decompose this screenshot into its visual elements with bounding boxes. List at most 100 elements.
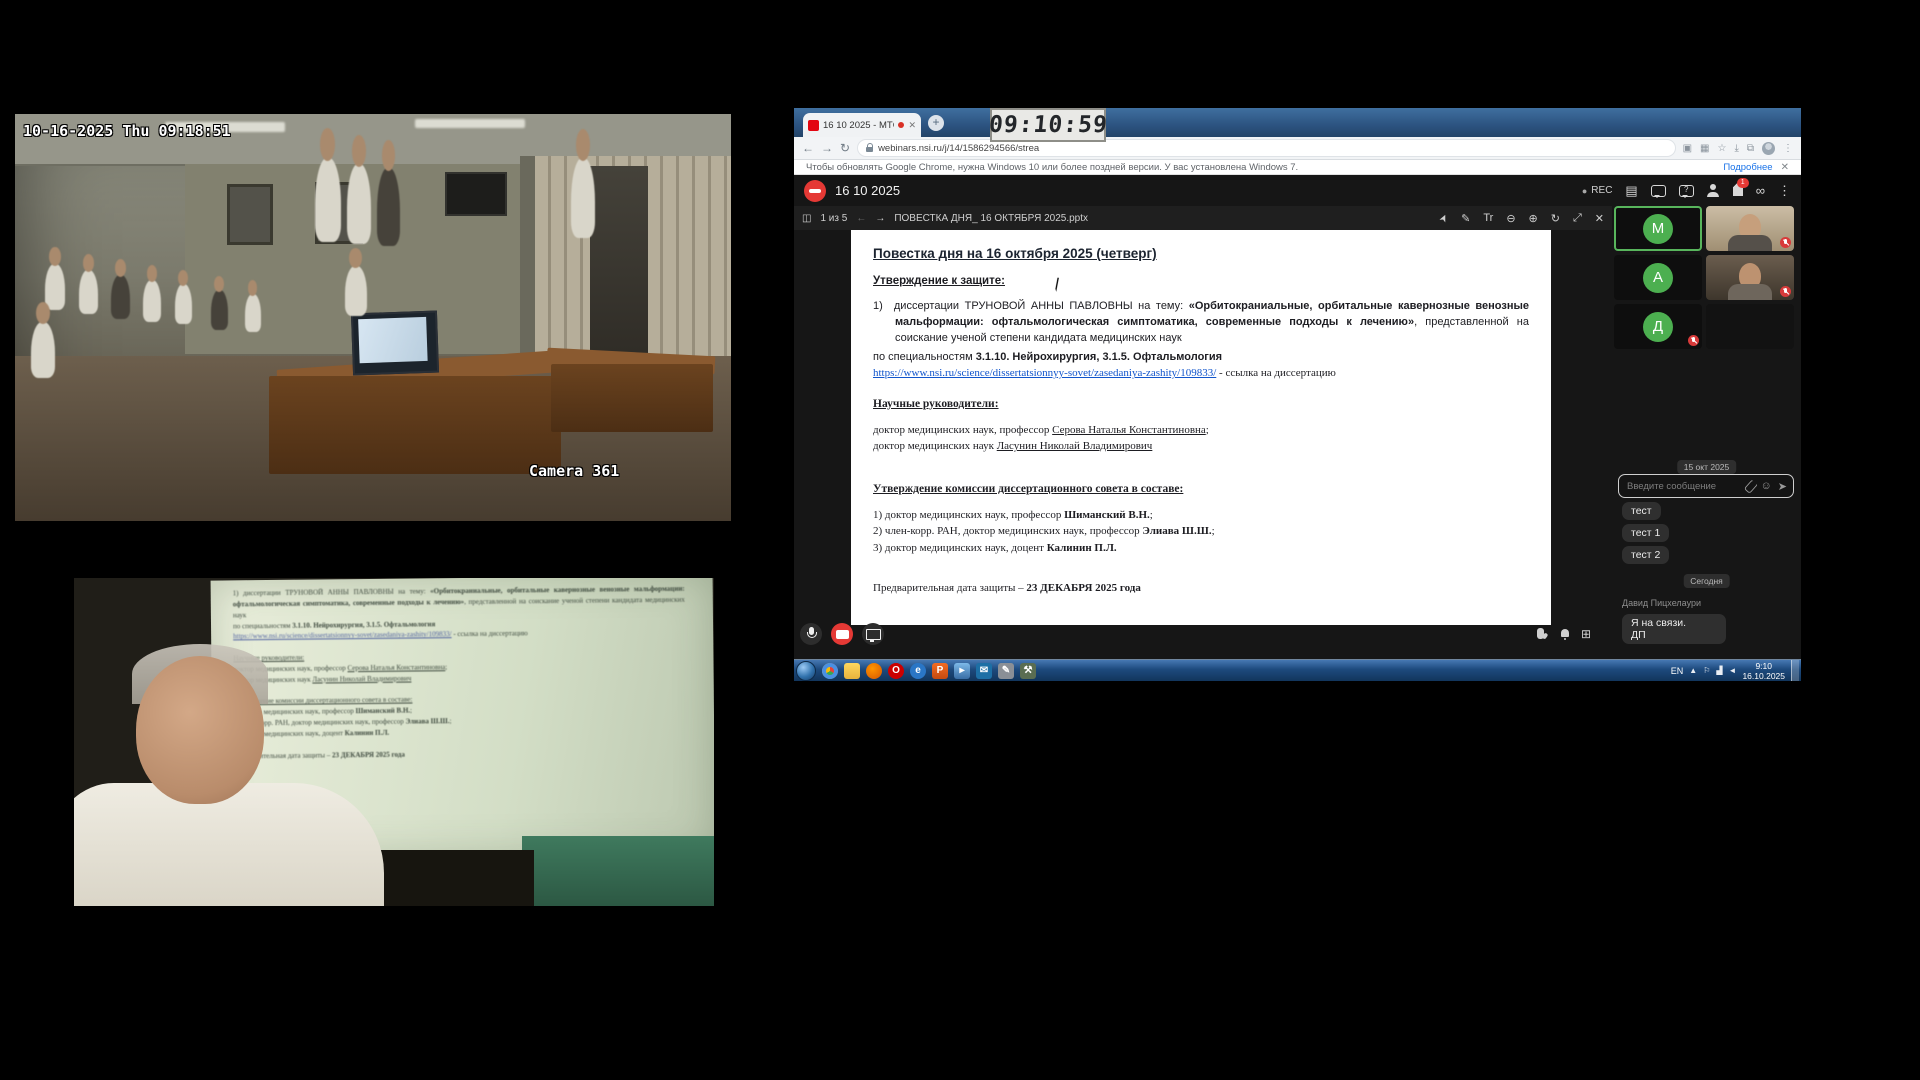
rotate-icon[interactable]: ↻	[1551, 212, 1560, 225]
com3-name: Калинин П.Л.	[1047, 542, 1117, 554]
rec-dot-icon: ●	[1582, 186, 1587, 196]
camera-label: Camera 361	[529, 462, 619, 480]
com2-pre: 2) член-корр. РАН, доктор медицинских на…	[873, 525, 1142, 537]
help-icon[interactable]: ?	[1679, 185, 1694, 197]
text-tool[interactable]: Tr	[1483, 212, 1493, 224]
taskbar-chrome-icon[interactable]	[822, 663, 838, 679]
wall-display	[445, 172, 507, 216]
new-tab-button[interactable]: +	[928, 115, 944, 131]
show-desktop-button[interactable]	[1791, 660, 1799, 682]
person-figure	[45, 264, 65, 310]
end-call-button[interactable]	[804, 180, 826, 202]
browser-tab[interactable]: 16 10 2025 - МТС Линк ✕	[803, 113, 921, 137]
forward-icon[interactable]: →	[821, 141, 833, 155]
lcd-clock-overlay: 09:10:59	[990, 108, 1106, 142]
proj-line: ;	[449, 717, 451, 725]
participant-shoulders	[1728, 284, 1772, 300]
doc-supervisor-1: доктор медицинских наук, профессор Серов…	[873, 422, 1529, 439]
sidebar-toggle-icon[interactable]: ◫	[802, 213, 811, 224]
doc-link-line: https://www.nsi.ru/science/dissertatsion…	[873, 365, 1529, 382]
person-figure	[347, 164, 371, 244]
prev-page-icon[interactable]: ←	[856, 213, 866, 224]
grid-extension-icon[interactable]: ▦	[1700, 143, 1709, 154]
taskbar-explorer-icon[interactable]	[844, 663, 860, 679]
cast-icon[interactable]: ▣	[1683, 143, 1692, 154]
taskbar-powerpoint-icon[interactable]: P	[932, 663, 948, 679]
chat-input[interactable]	[1625, 480, 1741, 493]
language-indicator[interactable]: EN	[1671, 666, 1684, 676]
apps-icon[interactable]: ⧉	[1747, 143, 1754, 154]
taskbar-notepad-icon[interactable]: ✎	[998, 663, 1014, 679]
doc-supervisor-2: доктор медицинских наук Ласунин Николай …	[873, 438, 1529, 455]
camera-button[interactable]	[831, 623, 853, 645]
doc-title: Повестка дня на 16 октября 2025 (четверг…	[873, 246, 1529, 261]
chat-message: тест	[1622, 502, 1661, 520]
browser-menu-icon[interactable]: ⋮	[1783, 143, 1793, 154]
spacer	[873, 556, 1529, 572]
chat-icon[interactable]	[1651, 185, 1666, 197]
attach-icon[interactable]	[1743, 478, 1758, 493]
meeting-menu-icon[interactable]: ⋮	[1778, 183, 1791, 199]
green-cabinet	[522, 836, 714, 906]
proj-line: Калинин П.Л.	[345, 729, 390, 737]
question-glyph: ?	[1680, 185, 1693, 194]
chat-sender: Давид Пицхелаури	[1622, 598, 1701, 608]
doc-item-1: 1) диссертации ТРУНОВОЙ АННЫ ПАВЛОВНЫ на…	[873, 299, 1529, 347]
proj-line: Серова Наталья Константиновна	[347, 663, 445, 672]
taskbar-outlook-icon[interactable]: ✉	[976, 663, 992, 679]
tray-date: 16.10.2025	[1742, 671, 1785, 681]
taskbar-opera-icon[interactable]: O	[888, 663, 904, 679]
participants-icon[interactable]	[1707, 184, 1720, 197]
participant-tile-m[interactable]: М	[1614, 206, 1702, 251]
doc-commission-2: 2) член-корр. РАН, доктор медицинских на…	[873, 523, 1529, 540]
emoji-icon[interactable]: ☺	[1761, 480, 1772, 492]
profile-avatar[interactable]	[1762, 142, 1775, 155]
tray-volume-icon[interactable]: ◄	[1729, 666, 1737, 675]
door	[590, 166, 648, 361]
tab-close-icon[interactable]: ✕	[908, 120, 916, 131]
close-document-icon[interactable]: ✕	[1595, 212, 1604, 225]
raise-hand-icon[interactable]	[1536, 628, 1548, 641]
person-figure	[377, 168, 400, 246]
start-button[interactable]	[796, 661, 816, 681]
doc-specialties: по специальностям 3.1.10. Нейрохирургия,…	[873, 349, 1529, 366]
dissertation-link[interactable]: https://www.nsi.ru/science/dissertatsion…	[873, 367, 1216, 379]
documents-icon[interactable]: 1	[1733, 183, 1743, 199]
select-tool-icon[interactable]: ➤	[1437, 212, 1451, 224]
taskbar-tools-icon[interactable]: ⚒	[1020, 663, 1036, 679]
com1-pre: 1) доктор медицинских наук, профессор	[873, 509, 1064, 521]
tray-clock[interactable]: 9:1016.10.2025	[1742, 661, 1785, 681]
muted-mic-icon	[1688, 335, 1699, 346]
agenda-icon[interactable]: ▤	[1625, 183, 1637, 199]
send-icon[interactable]: ➤	[1778, 480, 1787, 493]
bookmark-star-icon[interactable]: ☆	[1717, 143, 1726, 154]
draw-tool-icon[interactable]: ✎	[1461, 212, 1470, 225]
tray-network-icon[interactable]: ▟	[1716, 666, 1722, 675]
participant-video-1[interactable]	[1706, 206, 1794, 251]
url-text: webinars.nsi.ru/j/14/1586294566/strea	[878, 143, 1039, 154]
system-tray: EN ▲ ⚐ ▟ ◄ 9:1016.10.2025	[1671, 660, 1799, 682]
zoom-out-icon[interactable]: ⊖	[1506, 212, 1515, 225]
notifications-bell-icon[interactable]	[1558, 628, 1571, 641]
copy-link-icon[interactable]: ∞	[1756, 183, 1765, 198]
layout-icon[interactable]: ⊞	[1581, 627, 1591, 641]
notification-details-link[interactable]: Подробнее	[1723, 162, 1772, 173]
address-field[interactable]: webinars.nsi.ru/j/14/1586294566/strea	[857, 139, 1676, 157]
fullscreen-icon[interactable]: ⤢	[1573, 212, 1582, 225]
download-icon[interactable]: ⤓	[1734, 143, 1738, 154]
participant-video-2[interactable]	[1706, 255, 1794, 300]
taskbar-firefox-icon[interactable]	[866, 663, 882, 679]
zoom-in-icon[interactable]: ⊕	[1529, 212, 1538, 225]
reload-icon[interactable]: ↻	[840, 141, 850, 155]
participant-tile-a[interactable]: А	[1614, 255, 1702, 300]
next-page-icon[interactable]: →	[875, 213, 885, 224]
tray-arrow-icon[interactable]: ▲	[1689, 666, 1697, 675]
taskbar-ie-icon[interactable]: e	[910, 663, 926, 679]
notification-close-icon[interactable]: ✕	[1781, 162, 1789, 173]
participant-tile-d[interactable]: Д	[1614, 304, 1702, 349]
back-icon[interactable]: ←	[802, 141, 814, 155]
taskbar-wmp-icon[interactable]: ▸	[954, 663, 970, 679]
screenshare-button[interactable]	[862, 623, 884, 645]
tray-flag-icon[interactable]: ⚐	[1703, 666, 1710, 675]
microphone-button[interactable]	[800, 623, 822, 645]
